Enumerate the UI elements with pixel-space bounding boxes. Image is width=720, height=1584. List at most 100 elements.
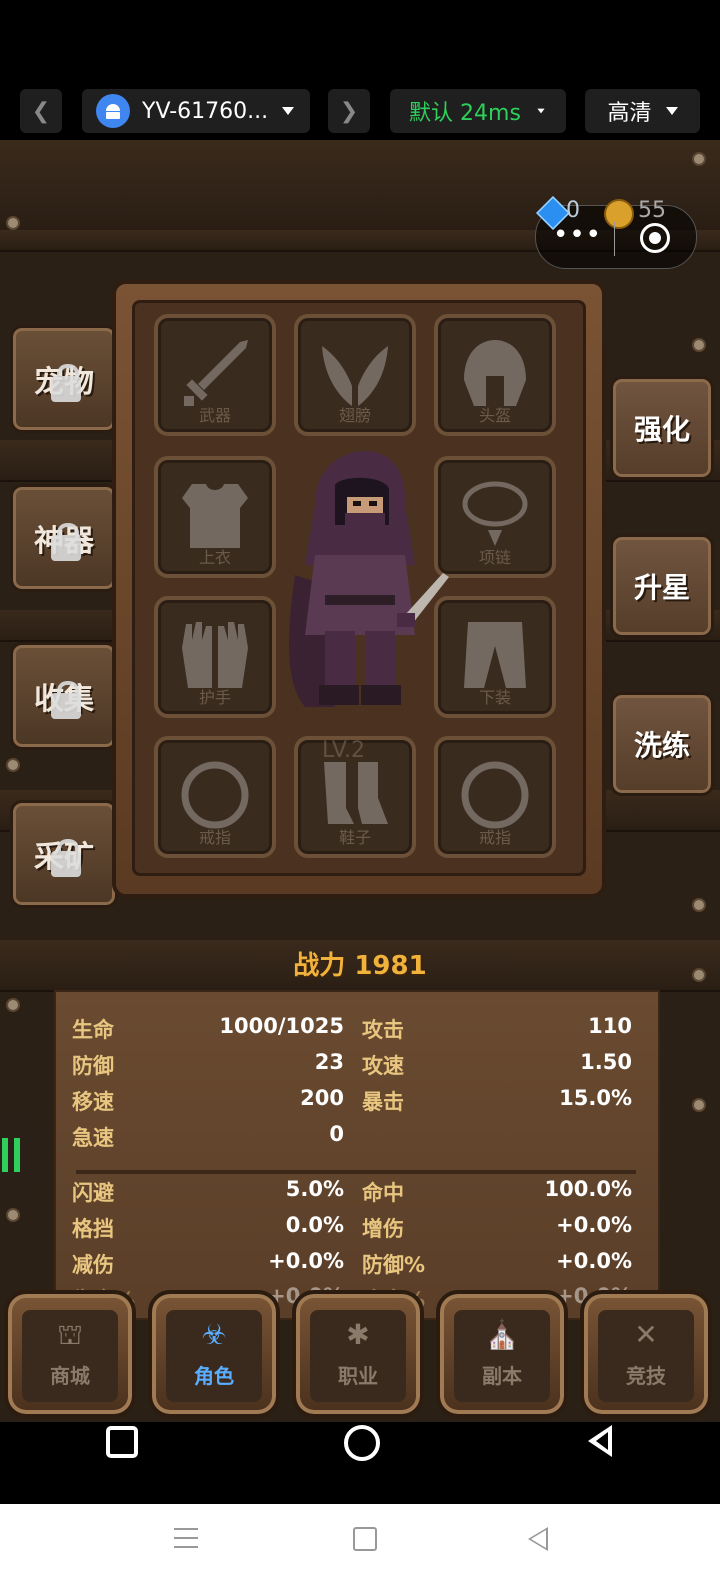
stat-key: 防御% bbox=[362, 1253, 426, 1277]
tab-class[interactable]: ✱ 职业 bbox=[292, 1290, 424, 1418]
slot-label: 戒指 bbox=[198, 828, 231, 847]
star-up-label: 升星 bbox=[633, 571, 690, 604]
previous-device-button[interactable]: ❮ bbox=[20, 89, 62, 133]
character-icon: ☣ bbox=[201, 1318, 227, 1351]
stat-value: 23 bbox=[314, 1050, 344, 1074]
stat-value: 200 bbox=[300, 1086, 344, 1110]
stat-row: 格挡 0.0% 增伤 +0.0% bbox=[72, 1213, 646, 1245]
stat-key: 防御 bbox=[72, 1054, 114, 1078]
stat-key: 攻击 bbox=[362, 1018, 404, 1042]
mining-button[interactable]: 采矿 bbox=[10, 800, 118, 908]
ring-slot-left[interactable]: 戒指 bbox=[154, 736, 276, 858]
tab-character[interactable]: ☣ 角色 bbox=[148, 1290, 280, 1418]
star-up-button[interactable]: 升星 bbox=[610, 534, 714, 638]
stat-key: 命中 bbox=[362, 1181, 404, 1205]
refine-button[interactable]: 洗练 bbox=[610, 692, 714, 796]
quality-label: 高清 bbox=[607, 101, 652, 126]
stat-value: 5.0% bbox=[285, 1177, 344, 1201]
slot-label: 下装 bbox=[478, 688, 511, 707]
stat-key: 减伤 bbox=[72, 1253, 114, 1277]
combat-power: 战力 1981 bbox=[293, 951, 427, 981]
stat-value: 1.50 bbox=[580, 1050, 632, 1074]
pet-button[interactable]: 宠物 bbox=[10, 325, 118, 433]
latency-selector[interactable]: 默认 24ms bbox=[390, 89, 566, 133]
menu-icon[interactable] bbox=[174, 1528, 198, 1548]
stat-value: 15.0% bbox=[559, 1086, 632, 1110]
next-device-button[interactable]: ❯ bbox=[328, 89, 370, 133]
dungeon-icon: ⛪ bbox=[484, 1318, 520, 1351]
tab-label: 职业 bbox=[338, 1364, 378, 1388]
character-sprite bbox=[289, 451, 449, 707]
ring-slot-right[interactable]: 戒指 bbox=[434, 736, 556, 858]
stat-row: 移速 200 暴击 15.0% bbox=[72, 1086, 646, 1118]
home-button[interactable] bbox=[344, 1425, 380, 1461]
stat-key: 生命 bbox=[72, 1018, 114, 1042]
stat-key: 攻速 bbox=[362, 1054, 404, 1078]
bottom-tab-bar: ⛫ 商城 ☣ 角色 ✱ 职业 ⛪ 副本 ✕ 竞技 bbox=[0, 1290, 720, 1422]
character-level: LV.2 bbox=[322, 738, 366, 763]
close-miniprogram-button[interactable] bbox=[640, 223, 670, 253]
back-button[interactable] bbox=[588, 1425, 612, 1457]
sword-icon bbox=[184, 340, 248, 406]
device-selector[interactable]: YV-61760... bbox=[82, 89, 310, 133]
device-name: YV-61760... bbox=[142, 98, 269, 124]
gloves-icon bbox=[182, 622, 248, 688]
more-options-button[interactable]: ••• bbox=[553, 222, 601, 248]
ring-icon bbox=[461, 761, 529, 829]
lock-icon bbox=[51, 523, 81, 561]
stat-key: 闪避 bbox=[72, 1181, 114, 1205]
tab-arena[interactable]: ✕ 竞技 bbox=[580, 1290, 712, 1418]
weapon-slot[interactable]: 武器 bbox=[154, 314, 276, 436]
wings-slot[interactable]: 翅膀 bbox=[294, 314, 416, 436]
android-icon bbox=[96, 94, 130, 128]
stat-value: +0.0% bbox=[268, 1249, 344, 1273]
caret-down-icon bbox=[282, 107, 295, 115]
enhance-label: 强化 bbox=[633, 413, 690, 446]
collection-button[interactable]: 收集 bbox=[10, 642, 118, 750]
pants-icon bbox=[464, 622, 526, 688]
necklace-icon bbox=[462, 481, 528, 546]
tab-label: 竞技 bbox=[626, 1364, 666, 1388]
helmet-slot[interactable]: 头盔 bbox=[434, 314, 556, 436]
stat-key: 暴击 bbox=[362, 1090, 404, 1114]
chevron-right-icon: ❯ bbox=[339, 98, 359, 124]
tab-dungeon[interactable]: ⛪ 副本 bbox=[436, 1290, 568, 1418]
stat-value: 100.0% bbox=[544, 1177, 632, 1201]
stat-row: 减伤 +0.0% 防御% +0.0% bbox=[72, 1249, 646, 1281]
lock-icon bbox=[51, 364, 81, 402]
caret-down-icon bbox=[665, 107, 678, 115]
stats-panel: 生命 1000/1025 攻击 110 防御 23 攻速 1.50 移速 200… bbox=[54, 990, 660, 1320]
slot-label: 戒指 bbox=[478, 828, 511, 847]
slot-label: 翅膀 bbox=[338, 406, 371, 425]
artifact-button[interactable]: 神器 bbox=[10, 484, 118, 592]
gloves-slot[interactable]: 护手 bbox=[154, 596, 276, 718]
host-back-button[interactable] bbox=[528, 1527, 548, 1551]
coin-icon bbox=[604, 199, 634, 229]
tab-label: 商城 bbox=[50, 1364, 90, 1388]
slot-label: 上衣 bbox=[198, 548, 231, 567]
stat-key: 格挡 bbox=[72, 1217, 114, 1241]
stat-row: 急速 0 bbox=[72, 1122, 646, 1154]
stat-value: 1000/1025 bbox=[219, 1014, 344, 1038]
coin-count: 55 bbox=[638, 198, 666, 223]
stat-row: 生命 1000/1025 攻击 110 bbox=[72, 1014, 646, 1046]
host-home-button[interactable] bbox=[353, 1527, 377, 1551]
stat-row: 防御 23 攻速 1.50 bbox=[72, 1050, 646, 1082]
tab-shop[interactable]: ⛫ 商城 bbox=[4, 1290, 136, 1418]
armor-slot[interactable]: 上衣 bbox=[154, 456, 276, 578]
recents-button[interactable] bbox=[106, 1426, 138, 1458]
slot-label: 项链 bbox=[478, 548, 511, 567]
stat-value: 110 bbox=[588, 1014, 632, 1038]
helmet-icon bbox=[464, 340, 526, 406]
shop-icon: ⛫ bbox=[57, 1318, 83, 1351]
slot-label: 护手 bbox=[198, 688, 231, 707]
refine-label: 洗练 bbox=[633, 729, 690, 762]
latency-label: 默认 24ms bbox=[409, 101, 521, 126]
slot-label: 头盔 bbox=[478, 406, 511, 425]
enhance-button[interactable]: 强化 bbox=[610, 376, 714, 480]
slot-label: 鞋子 bbox=[338, 828, 371, 847]
stats-divider bbox=[76, 1170, 636, 1174]
tab-label: 角色 bbox=[194, 1364, 234, 1388]
stat-key: 增伤 bbox=[362, 1217, 404, 1241]
quality-selector[interactable]: 高清 bbox=[585, 89, 700, 133]
